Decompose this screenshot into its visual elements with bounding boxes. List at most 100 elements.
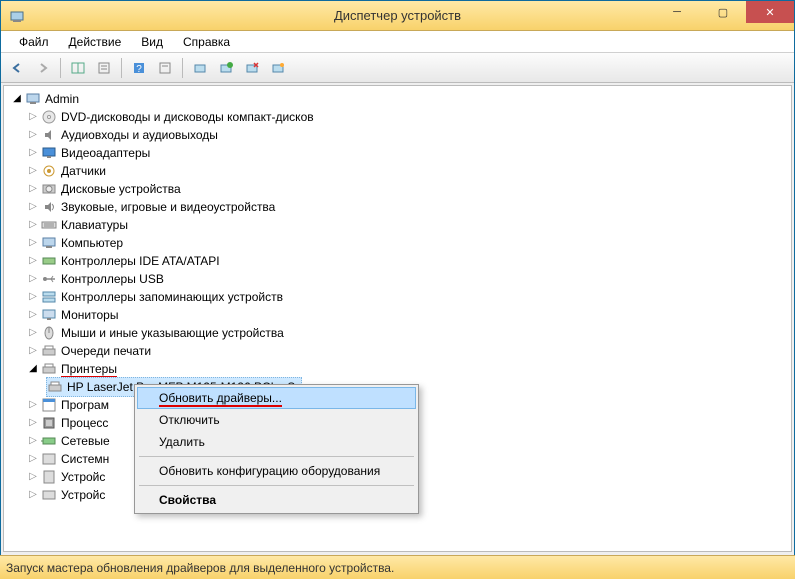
expand-arrow-icon[interactable]: ▷: [26, 128, 40, 142]
ctx-disable[interactable]: Отключить: [137, 409, 416, 431]
storage-icon: [41, 289, 57, 305]
menu-action[interactable]: Действие: [59, 33, 132, 51]
tree-category[interactable]: ▷ Датчики: [4, 162, 791, 180]
tree-category[interactable]: ▷Контроллеры запоминающих устройств: [4, 288, 791, 306]
tree-item-label: Аудиовходы и аудиовыходы: [61, 126, 218, 144]
monitor-icon: [41, 307, 57, 323]
tb-uninstall-icon[interactable]: [240, 56, 264, 80]
printqueue-icon: [41, 343, 57, 359]
expand-arrow-icon[interactable]: ▷: [26, 200, 40, 214]
tb-disable-icon[interactable]: [266, 56, 290, 80]
window-controls: ─ ▢ ✕: [654, 1, 794, 30]
ctx-delete[interactable]: Удалить: [137, 431, 416, 453]
tree-item-label: Процесс: [61, 414, 108, 432]
device-icon: [41, 469, 57, 485]
forward-button[interactable]: [31, 56, 55, 80]
expand-arrow-icon[interactable]: ▷: [26, 488, 40, 502]
close-button[interactable]: ✕: [746, 1, 794, 23]
tree-item-label: Дисковые устройства: [61, 180, 181, 198]
maximize-button[interactable]: ▢: [700, 1, 746, 23]
tb-properties-icon[interactable]: [92, 56, 116, 80]
tree-category[interactable]: ▷Мыши и иные указывающие устройства: [4, 324, 791, 342]
tree-item-label: Системн: [61, 450, 109, 468]
expand-arrow-icon[interactable]: ▷: [26, 416, 40, 430]
window-title: Диспетчер устройств: [334, 8, 461, 23]
expand-arrow-icon[interactable]: ▷: [26, 344, 40, 358]
tree-category[interactable]: ▷Контроллеры IDE ATA/ATAPI: [4, 252, 791, 270]
expand-arrow-icon[interactable]: ▷: [26, 236, 40, 250]
tree-category[interactable]: ▷Мониторы: [4, 306, 791, 324]
expand-arrow-icon[interactable]: ▷: [26, 290, 40, 304]
tb-update-driver-icon[interactable]: [214, 56, 238, 80]
tree-category[interactable]: ▷Контроллеры USB: [4, 270, 791, 288]
context-menu-separator: [139, 485, 414, 486]
tree-category[interactable]: ▷ DVD-дисководы и дисководы компакт-диско…: [4, 108, 791, 126]
expand-arrow-icon[interactable]: ◢: [26, 362, 40, 376]
device-tree-panel: ◢ Admin ▷ DVD-дисководы и дисководы компакт…: [3, 85, 792, 552]
expand-arrow-icon[interactable]: ▷: [26, 326, 40, 340]
toolbar-separator: [182, 58, 183, 78]
app-icon: [7, 6, 27, 26]
expand-arrow-icon[interactable]: ▷: [26, 110, 40, 124]
tb-scan-icon[interactable]: [188, 56, 212, 80]
ctx-properties[interactable]: Свойства: [137, 489, 416, 511]
expand-arrow-icon[interactable]: ▷: [26, 452, 40, 466]
back-button[interactable]: [5, 56, 29, 80]
tb-show-hidden-icon[interactable]: [66, 56, 90, 80]
tb-list-icon[interactable]: [153, 56, 177, 80]
expand-arrow-icon[interactable]: ▷: [26, 218, 40, 232]
tree-category[interactable]: ▷Звуковые, игровые и видеоустройства: [4, 198, 791, 216]
ctx-scan-hardware[interactable]: Обновить конфигурацию оборудования: [137, 460, 416, 482]
expand-arrow-icon[interactable]: ▷: [26, 182, 40, 196]
tree-category[interactable]: ▷ Компьютер: [4, 234, 791, 252]
printer-icon: [47, 379, 63, 395]
tree-category[interactable]: ▷ Дисковые устройства: [4, 180, 791, 198]
expand-arrow-icon[interactable]: ▷: [26, 254, 40, 268]
tree-item-label: Устройс: [61, 486, 105, 504]
tree-category[interactable]: ▷Очереди печати: [4, 342, 791, 360]
tree-category[interactable]: ▷Клавиатуры: [4, 216, 791, 234]
disc-icon: [41, 109, 57, 125]
mouse-icon: [41, 325, 57, 341]
ctx-update-drivers-label: Обновить драйверы...: [159, 391, 282, 407]
hid-icon: [41, 487, 57, 503]
usb-icon: [41, 271, 57, 287]
ctx-update-drivers[interactable]: Обновить драйверы...: [137, 387, 416, 409]
expand-arrow-icon[interactable]: ▷: [26, 272, 40, 286]
minimize-button[interactable]: ─: [654, 1, 700, 23]
system-icon: [41, 451, 57, 467]
expand-arrow-icon[interactable]: ▷: [26, 434, 40, 448]
expand-arrow-icon[interactable]: ▷: [26, 398, 40, 412]
expand-arrow-icon[interactable]: ▷: [26, 146, 40, 160]
tree-category[interactable]: ▷ Аудиовходы и аудиовыходы: [4, 126, 791, 144]
network-icon: [41, 433, 57, 449]
tree-item-label: Видеоадаптеры: [61, 144, 150, 162]
keyboard-icon: [41, 217, 57, 233]
tree-category-printers[interactable]: ◢Принтеры: [4, 360, 791, 378]
tree-item-label: Устройс: [61, 468, 105, 486]
expand-arrow-icon[interactable]: ▷: [26, 470, 40, 484]
sound-icon: [41, 199, 57, 215]
menu-view[interactable]: Вид: [131, 33, 173, 51]
tree-root[interactable]: ◢ Admin: [4, 90, 791, 108]
expand-arrow-icon[interactable]: ▷: [26, 308, 40, 322]
expand-arrow-icon[interactable]: ◢: [10, 92, 24, 106]
tree-item-label: Датчики: [61, 162, 106, 180]
tree-item-label: Admin: [45, 90, 79, 108]
sensor-icon: [41, 163, 57, 179]
status-text: Запуск мастера обновления драйверов для …: [6, 561, 394, 575]
menu-bar: Файл Действие Вид Справка: [1, 31, 794, 53]
cpu-icon: [41, 415, 57, 431]
menu-help[interactable]: Справка: [173, 33, 240, 51]
tree-category[interactable]: ▷ Видеоадаптеры: [4, 144, 791, 162]
status-bar: Запуск мастера обновления драйверов для …: [0, 555, 795, 579]
toolbar-separator: [121, 58, 122, 78]
tree-item-label: Компьютер: [61, 234, 123, 252]
tree-item-label: DVD-дисководы и дисководы компакт-дисков: [61, 108, 314, 126]
ide-icon: [41, 253, 57, 269]
printer-icon: [41, 361, 57, 377]
expand-arrow-icon[interactable]: ▷: [26, 164, 40, 178]
menu-file[interactable]: Файл: [9, 33, 59, 51]
tb-help-icon[interactable]: ?: [127, 56, 151, 80]
tree-item-label: Програм: [61, 396, 109, 414]
